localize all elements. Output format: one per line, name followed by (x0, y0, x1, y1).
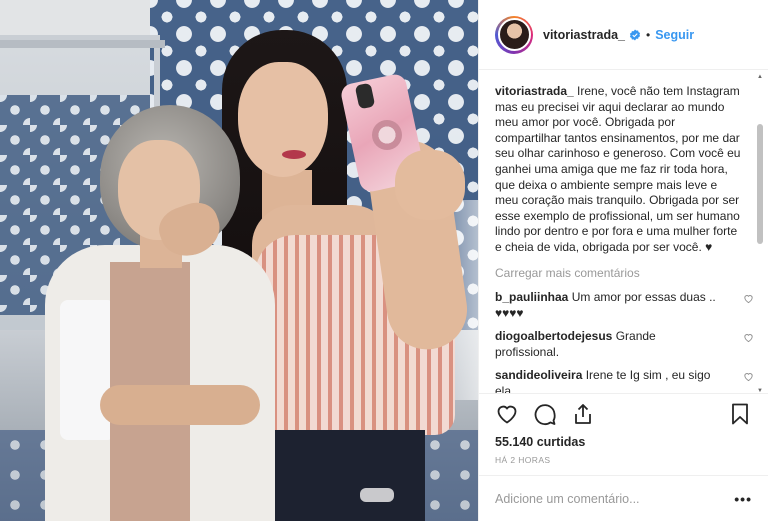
photo-crossed-arm (100, 385, 260, 425)
caption-username[interactable]: vitoriastrada_ (495, 84, 574, 98)
comment-item: sandideoliveira Irene te Ig sim , eu sig… (495, 367, 753, 393)
heart-icon (497, 405, 517, 424)
comment-username[interactable]: b_pauliinhaa (495, 290, 568, 304)
add-comment-bar: ••• (479, 475, 768, 521)
post-actions-bar (479, 393, 768, 433)
header-username[interactable]: vitoriastrada_ (543, 28, 625, 42)
comments-scrollbar[interactable]: ▲ ▼ (756, 74, 764, 394)
load-more-comments-link[interactable]: Carregar mais comentários (495, 266, 742, 280)
avatar[interactable] (497, 18, 531, 51)
photo-phone-grip (372, 120, 402, 150)
post-timestamp[interactable]: HÁ 2 HORAS (479, 451, 768, 473)
photo-woman-face (238, 62, 328, 177)
save-button[interactable] (728, 402, 752, 426)
likes-count[interactable]: 55.140 curtidas (479, 433, 768, 451)
avatar-story-ring[interactable] (495, 15, 533, 54)
add-comment-input[interactable] (495, 491, 735, 506)
comment-bubble-icon (534, 403, 556, 425)
like-button[interactable] (495, 402, 519, 426)
comment-button[interactable] (533, 402, 557, 426)
more-options-icon[interactable]: ••• (734, 491, 752, 507)
verified-badge-icon (629, 29, 641, 40)
scroll-down-arrow-icon[interactable]: ▼ (756, 388, 764, 394)
share-button[interactable] (571, 402, 595, 426)
post-sidebar: vitoriastrada_ • Seguir vitoriastrada_ I… (478, 0, 768, 521)
instagram-post: vitoriastrada_ • Seguir vitoriastrada_ I… (0, 0, 768, 521)
post-caption: vitoriastrada_ Irene, você não tem Insta… (495, 84, 742, 256)
caption-text: Irene, você não tem Instagram mas eu pre… (495, 84, 741, 254)
photo-shower-rail (0, 40, 165, 48)
photo-jeans (275, 430, 425, 521)
comment-username[interactable]: diogoalbertodejesus (495, 329, 612, 343)
scroll-up-arrow-icon[interactable]: ▲ (756, 74, 764, 80)
comment-like-heart-icon[interactable] (743, 371, 754, 382)
comment-username[interactable]: sandideoliveira (495, 368, 582, 382)
comment-like-heart-icon[interactable] (743, 293, 754, 304)
header-separator: • (645, 27, 651, 42)
photo-woman-lips (282, 150, 306, 159)
scrollbar-thumb[interactable] (757, 124, 763, 244)
post-header: vitoriastrada_ • Seguir (479, 0, 768, 70)
follow-button[interactable]: Seguir (655, 28, 694, 42)
post-photo[interactable] (0, 0, 478, 521)
share-icon (575, 403, 591, 424)
comment-item: diogoalbertodejesus Grande profissional. (495, 328, 753, 361)
photo-wristwatch (360, 488, 394, 502)
comments-section: vitoriastrada_ Irene, você não tem Insta… (479, 70, 768, 393)
bookmark-icon (732, 403, 748, 424)
photo-hand-with-phone (395, 150, 465, 220)
comment-item: b_pauliinhaa Um amor por essas duas .. ♥… (495, 289, 753, 322)
comment-like-heart-icon[interactable] (743, 332, 754, 343)
